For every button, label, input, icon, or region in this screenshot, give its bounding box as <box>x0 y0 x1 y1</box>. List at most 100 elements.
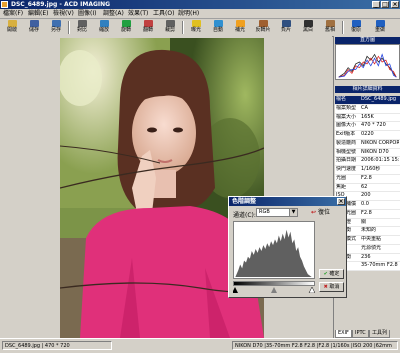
crop-button[interactable]: 裁剪 <box>159 20 181 35</box>
menu-image[interactable]: 圖像(I) <box>78 9 96 18</box>
exif-value: 62 <box>361 183 368 190</box>
exif-key: 光圈 <box>336 174 347 181</box>
exif-row[interactable]: 光圈 F2.8 <box>335 174 400 184</box>
undo-button[interactable]: 復原 <box>345 20 367 35</box>
auto-label: 自動 <box>212 27 223 33</box>
black-white-icon <box>303 20 313 27</box>
redo-icon <box>375 20 385 27</box>
negative-button[interactable]: 負片 <box>275 20 297 35</box>
cancel-label: 取消 <box>329 284 340 290</box>
flip-button[interactable]: 翻轉 <box>137 20 159 35</box>
save-as-icon <box>51 20 61 27</box>
exif-key: 拍攝日期 <box>336 157 357 164</box>
exif-value: 35-70mm F2.8 <box>361 262 398 269</box>
tab-exif[interactable]: EXIF <box>335 330 352 338</box>
fill-light-button[interactable]: 補光 <box>229 20 251 35</box>
menu-edit[interactable]: 編輯(E) <box>28 9 48 18</box>
white-point-handle <box>308 287 315 293</box>
maximize-button[interactable]: □ <box>381 1 389 8</box>
menu-adjust[interactable]: 調整(A) <box>103 9 124 18</box>
reversal-film-button[interactable]: 反轉片 <box>251 20 275 35</box>
black-white-button[interactable]: 黑白 <box>297 20 319 35</box>
exif-row[interactable]: 拍攝日期 2006:01:15 15:53:0 <box>335 157 400 166</box>
exif-value: 中央重點 <box>361 236 382 242</box>
exposure-button[interactable]: 曝光 <box>185 20 207 35</box>
exif-row[interactable]: 相機型號 NIKON D70 <box>335 148 400 158</box>
contrast-button[interactable]: 對比 <box>71 20 93 35</box>
exif-key: 快門速度 <box>336 166 357 172</box>
sepia-icon <box>325 20 335 27</box>
exposure-icon <box>191 20 201 27</box>
exif-key: 焦距 <box>336 183 347 190</box>
open-label: 開啟 <box>6 27 17 33</box>
channel-select[interactable]: RGB ▼ <box>256 208 298 217</box>
tab-toolbar[interactable]: 工具列 <box>369 330 391 338</box>
reset-arrow-icon: ↩ <box>311 209 317 216</box>
exif-row[interactable]: 檔案類型 CA <box>335 104 400 114</box>
exif-value: 200 <box>361 192 371 199</box>
menu-effects[interactable]: 效果(T) <box>128 9 148 18</box>
menu-tools[interactable]: 工具(O) <box>153 9 174 18</box>
open-folder-icon <box>7 20 17 27</box>
zoom-label: 縮放 <box>98 27 109 33</box>
minimize-button[interactable]: _ <box>372 1 380 8</box>
toolbar-separator <box>182 21 184 34</box>
dialog-close-button[interactable]: × <box>337 198 345 205</box>
menu-file[interactable]: 檔案(F) <box>3 9 23 18</box>
exif-key: 圖像大小 <box>336 122 357 129</box>
status-bar: DSC_6489.jpg | 470 * 720 NIKON D70 |35-7… <box>0 338 400 353</box>
negative-label: 負片 <box>280 27 291 33</box>
title-bar[interactable]: DSC_6489.jpg - ACD IMAGING _ □ × <box>0 0 400 9</box>
chevron-down-icon[interactable]: ▼ <box>289 209 297 216</box>
app-icon <box>1 1 8 8</box>
auto-button[interactable]: 自動 <box>207 20 229 35</box>
exif-row[interactable]: 圖像大小 470 * 720 <box>335 122 400 131</box>
menu-view[interactable]: 檢視(V) <box>53 9 74 18</box>
menu-help[interactable]: 說明(H) <box>178 9 199 18</box>
exif-value: 0.0 <box>361 201 369 207</box>
exif-value: 未知的 <box>361 227 377 234</box>
reversal-film-label: 反轉片 <box>255 27 271 33</box>
fill-light-label: 補光 <box>234 27 245 33</box>
reset-button[interactable]: ↩ 復位 <box>311 208 343 218</box>
exif-value: NIKON CORPORA <box>361 139 399 146</box>
levels-slider[interactable] <box>233 287 315 293</box>
save-icon <box>29 20 39 27</box>
cancel-button[interactable]: ✖ 取消 <box>319 282 344 292</box>
cancel-x-icon: ✖ <box>323 284 328 290</box>
exif-row[interactable]: Exif版本 0220 <box>335 131 400 140</box>
redo-button[interactable]: 重做 <box>369 20 391 35</box>
menu-bar: 檔案(F) 編輯(E) 檢視(V) 圖像(I) 調整(A) 效果(T) 工具(O… <box>0 9 400 19</box>
exif-row[interactable]: 檔名 DSC_6489.jpg <box>335 96 400 105</box>
black-point-handle <box>233 287 238 293</box>
rotate-button[interactable]: 旋轉 <box>115 20 137 35</box>
exif-row[interactable]: 製造廠商 NIKON CORPORA <box>335 139 400 149</box>
exif-row[interactable]: 焦距 62 <box>335 183 400 193</box>
crop-icon <box>165 20 175 27</box>
sepia-button[interactable]: 舊相 <box>319 20 341 35</box>
exif-value: 236 <box>361 253 371 260</box>
negative-icon <box>281 20 291 27</box>
exif-value: CA <box>361 104 368 111</box>
exif-value: NIKON D70 <box>361 148 389 155</box>
save-as-button[interactable]: 另存 <box>45 20 67 35</box>
exif-row[interactable]: 檔案大小 165K <box>335 113 400 123</box>
tab-iptc[interactable]: IPTC <box>352 330 369 338</box>
open-button[interactable]: 開啟 <box>1 20 23 35</box>
save-button[interactable]: 儲存 <box>23 20 45 35</box>
flip-label: 翻轉 <box>142 27 153 33</box>
exif-value: F2.8 <box>361 209 372 216</box>
close-button[interactable]: × <box>391 1 399 8</box>
exif-value: 1/160秒 <box>361 166 381 172</box>
exif-value: 470 * 720 <box>361 122 386 129</box>
window-title: DSC_6489.jpg - ACD IMAGING <box>11 1 111 8</box>
dialog-title-bar[interactable]: 色階調整 × <box>229 197 346 206</box>
rotate-icon <box>121 20 131 27</box>
exif-row[interactable]: 快門速度 1/160秒 <box>335 166 400 175</box>
rotate-label: 旋轉 <box>120 27 131 33</box>
ok-button[interactable]: ✔ 確定 <box>319 269 344 279</box>
flip-icon <box>143 20 153 27</box>
zoom-button[interactable]: 縮放 <box>93 20 115 35</box>
exposure-label: 曝光 <box>190 27 201 33</box>
exif-key: 相機型號 <box>336 148 357 155</box>
